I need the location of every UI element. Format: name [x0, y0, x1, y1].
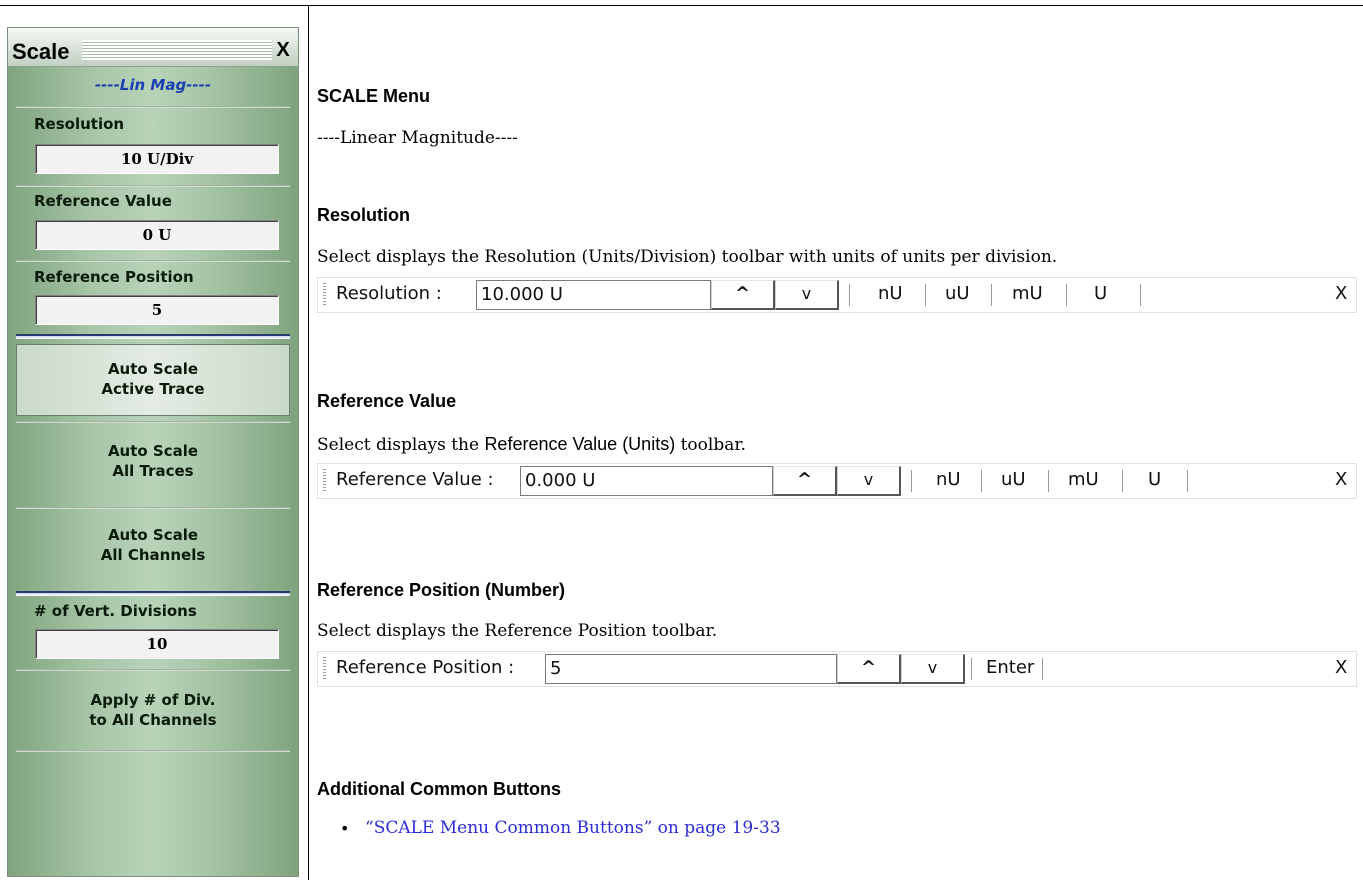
titlebar-grip: [82, 40, 272, 60]
cross-reference-link[interactable]: “SCALE Menu Common Buttons” on page 19-3…: [365, 818, 781, 838]
description-text: Select displays the: [317, 435, 485, 455]
button-line: All Traces: [112, 462, 194, 480]
unit-mu-button[interactable]: mU: [1012, 283, 1043, 304]
menu-title: Scale: [12, 39, 70, 64]
menu-titlebar: Scale X: [8, 28, 298, 67]
linear-magnitude-subheading: ----Linear Magnitude----: [317, 128, 518, 148]
reference-position-description: Select displays the Reference Position t…: [317, 621, 718, 641]
close-button[interactable]: X: [272, 39, 294, 63]
section-divider: [16, 334, 290, 339]
unit-u-button[interactable]: U: [1148, 469, 1161, 490]
divider: [16, 185, 290, 187]
toolbar-separator: [849, 284, 850, 306]
toolbar-grip[interactable]: [323, 283, 326, 307]
divider: [16, 106, 290, 108]
scale-menu-panel: Scale X ----Lin Mag---- Resolution 10 U/…: [7, 27, 299, 877]
resolution-toolbar-label: Resolution :: [336, 283, 442, 304]
reference-position-label: Reference Position: [34, 268, 194, 286]
vert-divisions-label: # of Vert. Divisions: [34, 602, 197, 620]
description-term: Reference Value (Units): [484, 434, 676, 454]
toolbar-grip[interactable]: [323, 657, 326, 681]
additional-buttons-heading: Additional Common Buttons: [317, 779, 561, 799]
button-line: All Channels: [100, 546, 206, 564]
toolbar-separator: [1122, 470, 1123, 492]
button-line: Auto Scale: [107, 360, 199, 378]
auto-scale-active-trace-button[interactable]: Auto Scale Active Trace: [16, 344, 290, 416]
toolbar-grip[interactable]: [323, 469, 326, 493]
auto-scale-all-traces-button[interactable]: Auto Scale All Traces: [16, 431, 290, 513]
column-divider: [308, 5, 309, 880]
toolbar-close-button[interactable]: X: [1335, 469, 1347, 490]
divider: [16, 507, 290, 509]
vert-divisions-field[interactable]: 10: [35, 629, 279, 659]
unit-uu-button[interactable]: uU: [1001, 469, 1026, 490]
bullet-marker: •: [340, 819, 350, 838]
divider: [16, 669, 290, 671]
toolbar-separator: [1042, 658, 1043, 680]
description-text: toolbar.: [675, 435, 747, 455]
reference-position-toolbar: Reference Position : 5 ^ v Enter X: [317, 651, 1357, 687]
auto-scale-all-channels-button[interactable]: Auto Scale All Channels: [16, 515, 290, 597]
unit-nu-button[interactable]: nU: [936, 469, 961, 490]
button-line: Apply # of Div.: [90, 691, 216, 709]
resolution-value-input[interactable]: 10.000 U: [476, 280, 711, 310]
unit-uu-button[interactable]: uU: [945, 283, 970, 304]
top-rule: [0, 5, 1363, 6]
button-line: to All Channels: [89, 711, 217, 729]
unit-u-button[interactable]: U: [1094, 283, 1107, 304]
resolution-toolbar: Resolution : 10.000 U ^ v nU uU mU U X: [317, 277, 1357, 313]
decrement-button[interactable]: v: [837, 466, 901, 496]
section-divider: [16, 591, 290, 596]
toolbar-separator: [1066, 284, 1067, 306]
scale-menu-heading: SCALE Menu: [317, 86, 431, 106]
enter-button[interactable]: Enter: [986, 657, 1034, 678]
divider: [16, 421, 290, 423]
reference-value-toolbar: Reference Value : 0.000 U ^ v nU uU mU U…: [317, 463, 1357, 499]
toolbar-separator: [1187, 470, 1188, 492]
reference-value-heading: Reference Value: [317, 391, 457, 411]
decrement-button[interactable]: v: [775, 280, 839, 310]
divider: [16, 750, 290, 752]
reference-position-field[interactable]: 5: [35, 295, 279, 325]
reference-value-label: Reference Value: [34, 192, 172, 210]
resolution-field[interactable]: 10 U/Div: [35, 144, 279, 174]
toolbar-separator: [1140, 284, 1141, 306]
increment-button[interactable]: ^: [711, 280, 775, 310]
resolution-description: Select displays the Resolution (Units/Di…: [317, 247, 1058, 267]
button-line: Active Trace: [101, 380, 205, 398]
reference-position-toolbar-label: Reference Position :: [336, 657, 515, 678]
reference-value-description: Select displays the Reference Value (Uni…: [317, 434, 746, 455]
reference-value-input[interactable]: 0.000 U: [520, 466, 773, 496]
toolbar-close-button[interactable]: X: [1335, 283, 1347, 304]
reference-position-input[interactable]: 5: [545, 654, 837, 684]
menu-subtitle: ----Lin Mag----: [94, 76, 212, 94]
toolbar-separator: [911, 470, 912, 492]
button-line: Auto Scale: [107, 442, 199, 460]
unit-mu-button[interactable]: mU: [1068, 469, 1099, 490]
toolbar-separator: [925, 284, 926, 306]
toolbar-separator: [981, 470, 982, 492]
increment-button[interactable]: ^: [837, 654, 901, 684]
toolbar-close-button[interactable]: X: [1335, 657, 1347, 678]
toolbar-separator: [991, 284, 992, 306]
increment-button[interactable]: ^: [773, 466, 837, 496]
resolution-label: Resolution: [34, 115, 125, 133]
reference-position-heading: Reference Position (Number): [317, 580, 566, 600]
toolbar-separator: [971, 658, 972, 680]
decrement-button[interactable]: v: [901, 654, 965, 684]
divider: [16, 260, 290, 262]
button-line: Auto Scale: [107, 526, 199, 544]
reference-value-field[interactable]: 0 U: [35, 220, 279, 250]
reference-value-toolbar-label: Reference Value :: [336, 469, 494, 490]
toolbar-separator: [1048, 470, 1049, 492]
resolution-heading: Resolution: [317, 205, 410, 225]
unit-nu-button[interactable]: nU: [878, 283, 903, 304]
